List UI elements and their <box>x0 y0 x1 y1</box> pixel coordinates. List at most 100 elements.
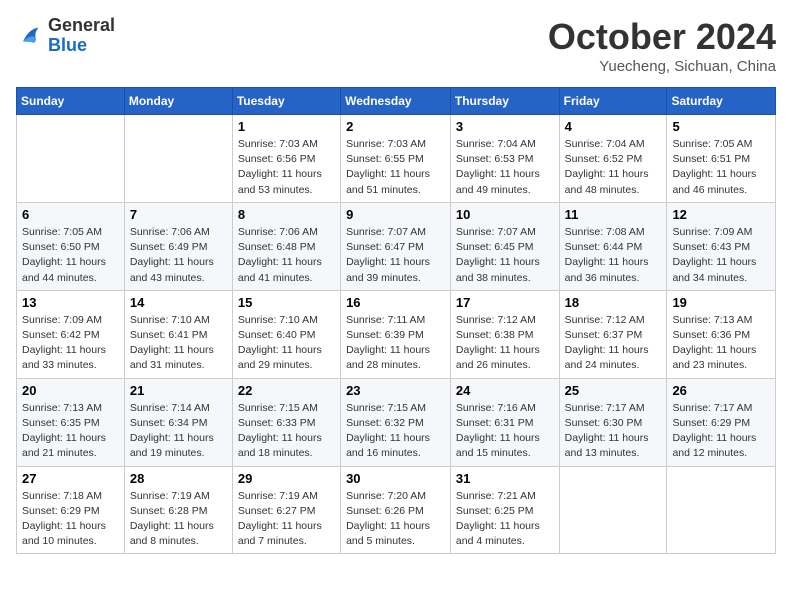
weekday-header: Tuesday <box>232 88 340 115</box>
day-number: 29 <box>238 471 335 486</box>
day-info: Sunrise: 7:04 AMSunset: 6:52 PMDaylight:… <box>565 137 662 198</box>
day-info: Sunrise: 7:13 AMSunset: 6:36 PMDaylight:… <box>672 313 770 374</box>
day-number: 18 <box>565 295 662 310</box>
calendar-cell: 28 Sunrise: 7:19 AMSunset: 6:28 PMDayligh… <box>124 466 232 554</box>
day-number: 11 <box>565 207 662 222</box>
calendar-cell: 14Sunrise: 7:10 AMSunset: 6:41 PMDayligh… <box>124 290 232 378</box>
day-info: Sunrise: 7:06 AMSunset: 6:48 PMDaylight:… <box>238 225 335 286</box>
logo: General Blue <box>16 16 115 56</box>
day-info: Sunrise: 7:05 AMSunset: 6:51 PMDaylight:… <box>672 137 770 198</box>
logo-general-text: General <box>48 15 115 35</box>
calendar-cell: 25Sunrise: 7:17 AMSunset: 6:30 PMDayligh… <box>559 378 667 466</box>
day-number: 12 <box>672 207 770 222</box>
calendar-cell: 18Sunrise: 7:12 AMSunset: 6:37 PMDayligh… <box>559 290 667 378</box>
calendar-cell <box>17 115 125 203</box>
weekday-header: Friday <box>559 88 667 115</box>
day-number: 3 <box>456 119 554 134</box>
calendar-cell: 21 Sunrise: 7:14 AMSunset: 6:34 PMDayligh… <box>124 378 232 466</box>
calendar-cell <box>559 466 667 554</box>
calendar-cell: 3 Sunrise: 7:04 AMSunset: 6:53 PMDaylight… <box>450 115 559 203</box>
day-info: Sunrise: 7:10 AMSunset: 6:41 PMDaylight:… <box>130 313 227 374</box>
day-info: Sunrise: 7:09 AMSunset: 6:43 PMDaylight:… <box>672 225 770 286</box>
day-number: 4 <box>565 119 662 134</box>
calendar-week-row: 20 Sunrise: 7:13 AMSunset: 6:35 PMDayligh… <box>17 378 776 466</box>
calendar-cell: 15Sunrise: 7:10 AMSunset: 6:40 PMDayligh… <box>232 290 340 378</box>
calendar-table: SundayMondayTuesdayWednesdayThursdayFrid… <box>16 87 776 554</box>
calendar-cell: 6 Sunrise: 7:05 AMSunset: 6:50 PMDaylight… <box>17 202 125 290</box>
calendar-cell: 20 Sunrise: 7:13 AMSunset: 6:35 PMDayligh… <box>17 378 125 466</box>
day-info: Sunrise: 7:18 AMSunset: 6:29 PMDaylight:… <box>22 489 119 550</box>
day-info: Sunrise: 7:16 AMSunset: 6:31 PMDaylight:… <box>456 401 554 462</box>
calendar-cell: 11 Sunrise: 7:08 AMSunset: 6:44 PMDayligh… <box>559 202 667 290</box>
calendar-cell: 9 Sunrise: 7:07 AMSunset: 6:47 PMDaylight… <box>341 202 451 290</box>
calendar-cell: 4 Sunrise: 7:04 AMSunset: 6:52 PMDaylight… <box>559 115 667 203</box>
day-info: Sunrise: 7:08 AMSunset: 6:44 PMDaylight:… <box>565 225 662 286</box>
day-number: 23 <box>346 383 445 398</box>
calendar-week-row: 1 Sunrise: 7:03 AMSunset: 6:56 PMDaylight… <box>17 115 776 203</box>
calendar-cell: 12 Sunrise: 7:09 AMSunset: 6:43 PMDayligh… <box>667 202 776 290</box>
day-info: Sunrise: 7:15 AMSunset: 6:33 PMDaylight:… <box>238 401 335 462</box>
day-info: Sunrise: 7:11 AMSunset: 6:39 PMDaylight:… <box>346 313 445 374</box>
weekday-header: Thursday <box>450 88 559 115</box>
calendar-week-row: 13Sunrise: 7:09 AMSunset: 6:42 PMDayligh… <box>17 290 776 378</box>
day-info: Sunrise: 7:03 AMSunset: 6:55 PMDaylight:… <box>346 137 445 198</box>
day-number: 24 <box>456 383 554 398</box>
calendar-cell: 17Sunrise: 7:12 AMSunset: 6:38 PMDayligh… <box>450 290 559 378</box>
day-number: 2 <box>346 119 445 134</box>
day-number: 16 <box>346 295 445 310</box>
day-number: 22 <box>238 383 335 398</box>
weekday-header: Monday <box>124 88 232 115</box>
calendar-cell: 2 Sunrise: 7:03 AMSunset: 6:55 PMDaylight… <box>341 115 451 203</box>
day-info: Sunrise: 7:13 AMSunset: 6:35 PMDaylight:… <box>22 401 119 462</box>
calendar-cell: 7 Sunrise: 7:06 AMSunset: 6:49 PMDaylight… <box>124 202 232 290</box>
calendar-cell: 24 Sunrise: 7:16 AMSunset: 6:31 PMDayligh… <box>450 378 559 466</box>
title-block: October 2024 Yuecheng, Sichuan, China <box>548 16 776 75</box>
day-number: 15 <box>238 295 335 310</box>
weekday-header: Sunday <box>17 88 125 115</box>
day-info: Sunrise: 7:06 AMSunset: 6:49 PMDaylight:… <box>130 225 227 286</box>
calendar-cell <box>124 115 232 203</box>
day-info: Sunrise: 7:03 AMSunset: 6:56 PMDaylight:… <box>238 137 335 198</box>
calendar-cell: 16 Sunrise: 7:11 AMSunset: 6:39 PMDayligh… <box>341 290 451 378</box>
day-number: 7 <box>130 207 227 222</box>
day-info: Sunrise: 7:14 AMSunset: 6:34 PMDaylight:… <box>130 401 227 462</box>
day-info: Sunrise: 7:07 AMSunset: 6:47 PMDaylight:… <box>346 225 445 286</box>
day-info: Sunrise: 7:12 AMSunset: 6:38 PMDaylight:… <box>456 313 554 374</box>
day-number: 28 <box>130 471 227 486</box>
calendar-cell: 8 Sunrise: 7:06 AMSunset: 6:48 PMDaylight… <box>232 202 340 290</box>
day-info: Sunrise: 7:21 AMSunset: 6:25 PMDaylight:… <box>456 489 554 550</box>
day-info: Sunrise: 7:19 AMSunset: 6:27 PMDaylight:… <box>238 489 335 550</box>
calendar-cell: 1 Sunrise: 7:03 AMSunset: 6:56 PMDaylight… <box>232 115 340 203</box>
calendar-cell: 13Sunrise: 7:09 AMSunset: 6:42 PMDayligh… <box>17 290 125 378</box>
calendar-cell: 10Sunrise: 7:07 AMSunset: 6:45 PMDayligh… <box>450 202 559 290</box>
day-number: 13 <box>22 295 119 310</box>
day-info: Sunrise: 7:17 AMSunset: 6:30 PMDaylight:… <box>565 401 662 462</box>
day-info: Sunrise: 7:05 AMSunset: 6:50 PMDaylight:… <box>22 225 119 286</box>
day-number: 21 <box>130 383 227 398</box>
calendar-week-row: 27 Sunrise: 7:18 AMSunset: 6:29 PMDayligh… <box>17 466 776 554</box>
day-number: 9 <box>346 207 445 222</box>
day-number: 30 <box>346 471 445 486</box>
day-number: 31 <box>456 471 554 486</box>
calendar-cell: 26Sunrise: 7:17 AMSunset: 6:29 PMDayligh… <box>667 378 776 466</box>
day-number: 19 <box>672 295 770 310</box>
day-number: 1 <box>238 119 335 134</box>
day-number: 10 <box>456 207 554 222</box>
day-number: 20 <box>22 383 119 398</box>
logo-blue-text: Blue <box>48 35 87 55</box>
day-number: 5 <box>672 119 770 134</box>
day-number: 8 <box>238 207 335 222</box>
day-number: 6 <box>22 207 119 222</box>
day-info: Sunrise: 7:19 AMSunset: 6:28 PMDaylight:… <box>130 489 227 550</box>
day-info: Sunrise: 7:04 AMSunset: 6:53 PMDaylight:… <box>456 137 554 198</box>
day-info: Sunrise: 7:15 AMSunset: 6:32 PMDaylight:… <box>346 401 445 462</box>
calendar-cell: 22 Sunrise: 7:15 AMSunset: 6:33 PMDayligh… <box>232 378 340 466</box>
location-text: Yuecheng, Sichuan, China <box>548 58 776 75</box>
calendar-cell: 23 Sunrise: 7:15 AMSunset: 6:32 PMDayligh… <box>341 378 451 466</box>
weekday-header: Saturday <box>667 88 776 115</box>
day-number: 27 <box>22 471 119 486</box>
calendar-cell: 29 Sunrise: 7:19 AMSunset: 6:27 PMDayligh… <box>232 466 340 554</box>
calendar-cell <box>667 466 776 554</box>
day-info: Sunrise: 7:20 AMSunset: 6:26 PMDaylight:… <box>346 489 445 550</box>
calendar-cell: 27 Sunrise: 7:18 AMSunset: 6:29 PMDayligh… <box>17 466 125 554</box>
